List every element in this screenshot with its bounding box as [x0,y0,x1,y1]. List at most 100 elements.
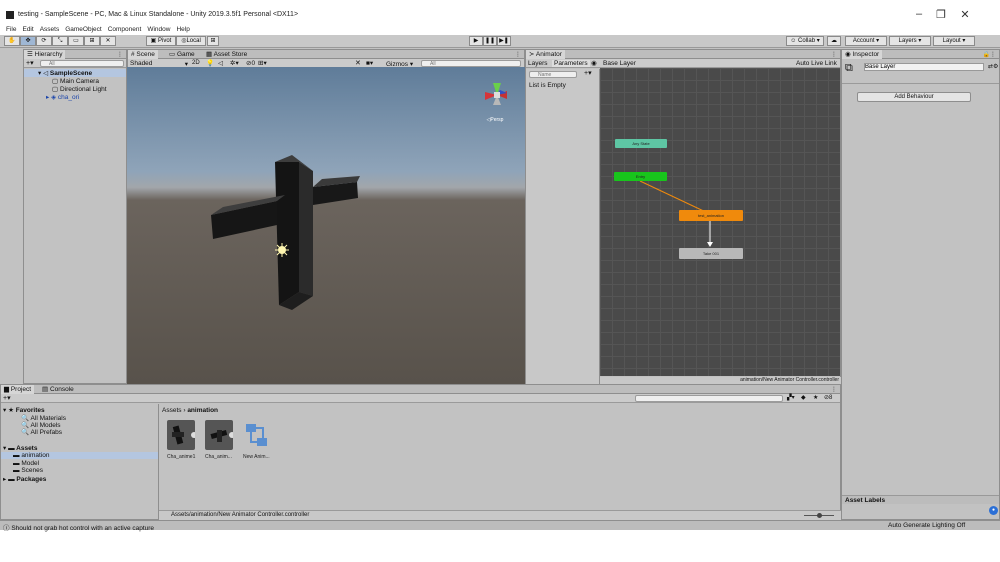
asset-cha-anime1[interactable] [167,420,197,450]
default-state-node[interactable]: test_animation [679,210,743,221]
folder-scenes[interactable]: ▬ Scenes [13,467,43,474]
scene-search-input[interactable] [421,60,521,67]
layers-dropdown[interactable]: Layers ▾ [889,36,931,46]
breadcrumb-animation[interactable]: animation [187,407,218,414]
project-create-dropdown[interactable]: +▾ [3,394,11,402]
auto-lighting-status[interactable]: Auto Generate Lighting Off [888,522,965,529]
tree-item-main-camera[interactable]: ▢ Main Camera [52,77,99,85]
rotate-tool-icon[interactable]: ⟳ [36,36,52,46]
filter-by-type-icon[interactable]: ▞▾ [787,394,795,401]
play-button[interactable]: ▶ [469,36,483,46]
account-dropdown[interactable]: Account ▾ [845,36,887,46]
collab-dropdown[interactable]: ☺ Collab ▾ [786,36,824,46]
folder-model[interactable]: ▬ Model [13,460,39,467]
breadcrumb-assets[interactable]: Assets [162,407,182,414]
favorite-star-icon[interactable]: ★ [813,394,818,401]
entry-node[interactable]: Entry [614,172,667,181]
tab-animator[interactable]: ≻ Animator [526,50,565,59]
menu-help[interactable]: Help [176,26,189,33]
panel-menu-icon[interactable]: ⋮ [117,51,123,58]
hierarchy-toolbar: +▾ [24,59,126,68]
exit-state-node[interactable]: Take 001 [679,248,743,259]
tab-parameters[interactable]: Parameters [552,60,590,67]
tree-item-scene[interactable]: ▾ ◁ SampleScene [24,69,126,77]
transform-tool-icon[interactable]: ⊞ [84,36,100,46]
layout-dropdown[interactable]: Layout ▾ [933,36,975,46]
rect-tool-icon[interactable]: ▭ [68,36,84,46]
menu-file[interactable]: File [6,26,16,33]
shading-mode-dropdown[interactable]: Shaded ▾ [130,60,188,68]
lock-icon[interactable]: 🔒⋮ [983,51,996,58]
auto-live-link-button[interactable]: Auto Live Link [796,60,837,67]
asset-cha-anim2[interactable] [205,420,235,450]
create-dropdown[interactable]: +▾ [26,59,34,67]
pivot-toggle[interactable]: ▣ Pivot [146,36,176,46]
custom-tool-icon[interactable]: ✕ [100,36,116,46]
asset-labels-header[interactable]: Asset Labels [842,495,999,504]
parameter-name-input[interactable] [529,71,577,78]
tree-item-cha-ori[interactable]: ▸ ◈ cha_ori [46,93,79,101]
scale-tool-icon[interactable]: ⤡ [52,36,68,46]
project-search-input[interactable] [635,395,783,402]
tools-icon[interactable]: ✕ [355,59,361,67]
state-machine-graph[interactable]: Any State Entry test_animation Take 001 [600,68,840,376]
asset-bundle-icon[interactable]: ● [989,506,998,515]
filter-by-label-icon[interactable]: ◆ [801,394,806,401]
settings-icon[interactable]: ⇄⚙ [988,63,998,70]
add-parameter-dropdown[interactable]: +▾ [584,69,592,77]
favorite-all-prefabs[interactable]: 🔍 All Prefabs [21,428,62,436]
scene-viewport[interactable]: ◁Persp [127,67,525,384]
tab-console[interactable]: ▤ Console [39,385,77,394]
hidden-count[interactable]: ⊘8 [824,394,832,401]
tab-inspector[interactable]: ◉ Inspector [842,50,883,59]
close-button[interactable]: ✕ [958,8,972,21]
tree-item-directional-light[interactable]: ▢ Directional Light [52,85,107,93]
hidden-count-value: 8 [829,395,833,401]
tab-project[interactable]: ▆ Project [1,385,35,394]
tab-scene[interactable]: # Scene [128,50,158,59]
panel-menu-icon[interactable]: ⋮ [515,51,521,58]
pause-button[interactable]: ❚❚ [483,36,497,46]
hand-tool-icon[interactable]: ✋ [4,36,20,46]
lighting-toggle-icon[interactable]: 💡 [206,59,214,67]
move-tool-icon[interactable]: ✥ [20,36,36,46]
assets-folder[interactable]: ▾ ▬ Assets [3,444,37,452]
folder-animation[interactable]: ▬ animation [1,452,158,459]
hierarchy-search-input[interactable] [40,60,124,67]
snap-icon[interactable]: ⊞ [207,36,219,46]
panel-menu-icon[interactable]: ⋮ [831,386,837,393]
menu-edit[interactable]: Edit [22,26,33,33]
add-behaviour-button[interactable]: Add Behaviour [857,92,971,102]
any-state-node[interactable]: Any State [615,139,667,148]
menu-assets[interactable]: Assets [40,26,60,33]
tab-game[interactable]: ▭ Game [166,50,198,59]
2d-toggle[interactable]: 2D [192,60,200,66]
step-button[interactable]: ▶❚ [497,36,511,46]
audio-toggle-icon[interactable]: ◁ [218,59,223,67]
status-message[interactable]: ⓘ Should not grab hot control with an ac… [3,522,154,532]
effects-toggle-icon[interactable]: ✲▾ [230,59,239,67]
hidden-objects-icon[interactable]: ⊘0 [246,59,255,67]
menu-component[interactable]: Component [108,26,142,33]
minimize-button[interactable]: – [912,8,926,20]
animator-toolbar: Layers Parameters ◉ Base Layer Auto Live… [526,59,840,68]
panel-menu-icon[interactable]: ⋮ [831,51,837,58]
packages-folder[interactable]: ▸ ▬ Packages [3,475,46,483]
favorites-folder[interactable]: ▾ ★ Favorites [3,406,45,414]
asset-new-animator-controller[interactable] [243,420,271,450]
grid-toggle-icon[interactable]: ⊞▾ [258,59,267,67]
tab-asset-store[interactable]: ▦ Asset Store [203,50,250,59]
local-toggle[interactable]: ◎Local [176,36,206,46]
menu-window[interactable]: Window [147,26,170,33]
menu-gameobject[interactable]: GameObject [65,26,102,33]
maximize-button[interactable]: ❐ [934,8,948,21]
tab-layers[interactable]: Layers [528,60,548,67]
cloud-icon[interactable]: ☁ [827,36,841,46]
eye-icon[interactable]: ◉ [591,59,597,67]
zoom-slider-handle[interactable] [817,513,822,518]
tab-hierarchy[interactable]: ☰ Hierarchy [24,50,66,59]
persp-label[interactable]: ◁Persp [487,117,504,123]
layer-name-field[interactable] [864,63,984,71]
camera-settings-icon[interactable]: ■▾ [366,59,373,67]
layer-breadcrumb[interactable]: Base Layer [603,60,636,67]
